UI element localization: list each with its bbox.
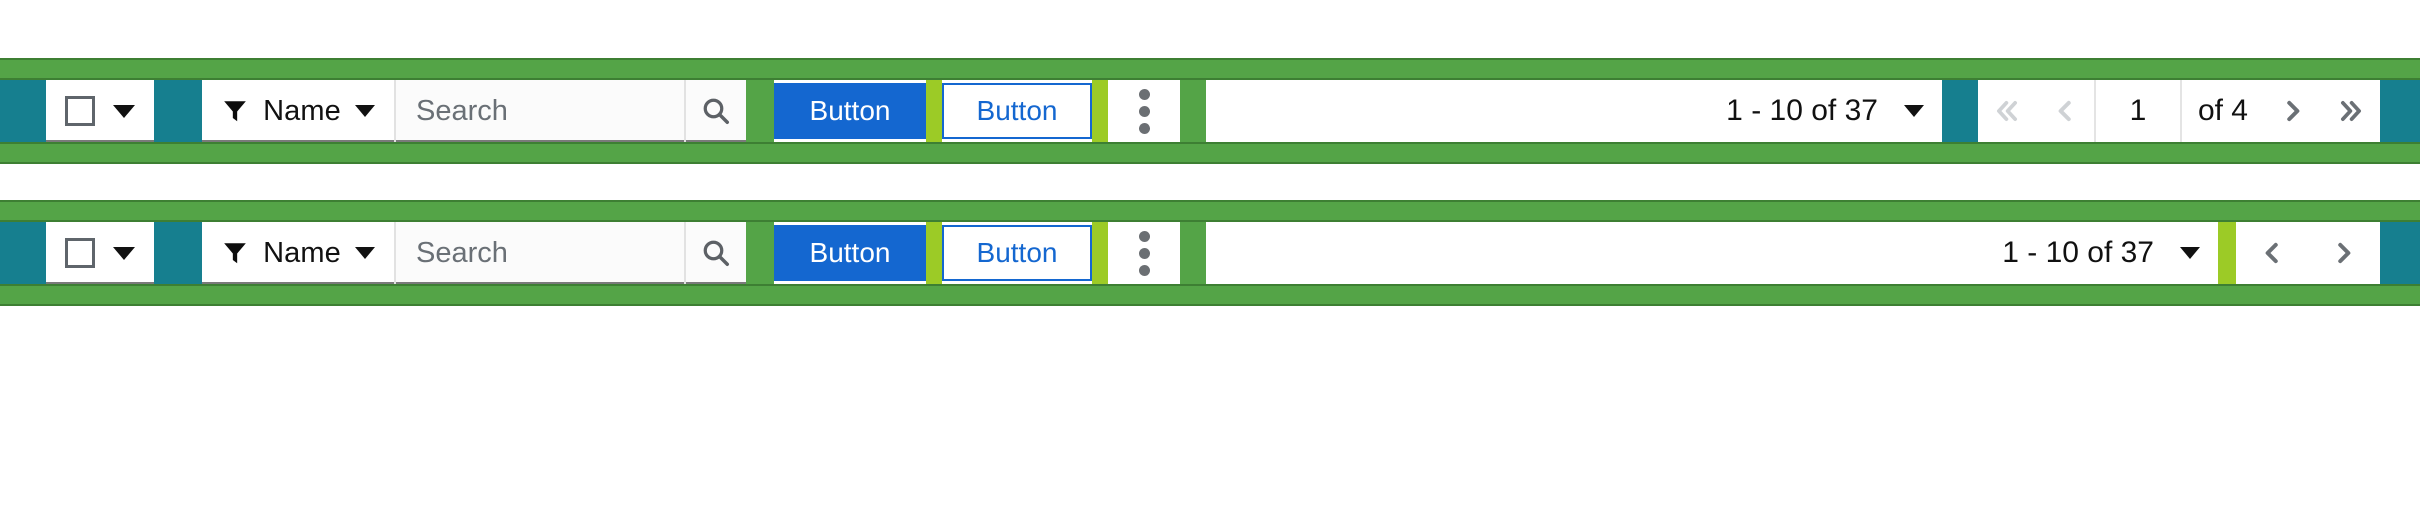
green-band-bottom-1 <box>0 142 2420 164</box>
filter-icon-1 <box>221 98 249 124</box>
select-all-cell-1 <box>46 80 154 142</box>
page-size-chevron-down-icon-2[interactable] <box>2180 247 2200 259</box>
lime-separator-2a <box>926 222 942 284</box>
kebab-menu-icon-2 <box>1138 230 1150 276</box>
search-field-cell-1[interactable] <box>394 80 684 142</box>
action-button-filled-1[interactable]: Button <box>774 83 926 139</box>
lime-separator-2c <box>2218 222 2236 284</box>
toolbar-primary: Name Button Button <box>0 58 2420 164</box>
filter-icon-2 <box>221 240 249 266</box>
page-size-chevron-down-icon-1[interactable] <box>1903 105 1924 117</box>
chevron-left-icon-1 <box>2058 100 2071 122</box>
search-button-2[interactable] <box>684 222 746 284</box>
filter-chevron-down-icon-2[interactable] <box>354 247 375 259</box>
teal-spacer-right-1 <box>1941 80 1978 142</box>
select-all-chevron-down-icon-2[interactable] <box>113 246 135 260</box>
toolbar-secondary: Name Button Button <box>0 200 2420 306</box>
pagination-controls-2 <box>2236 222 2380 284</box>
action-button-outline-2[interactable]: Button <box>942 225 1092 281</box>
lime-separator-2b <box>1092 222 1108 284</box>
teal-spacer-mid-1 <box>154 80 202 142</box>
kebab-menu-icon-1 <box>1138 88 1150 134</box>
teal-spacer-end-1 <box>2380 80 2420 142</box>
overflow-menu-button-2[interactable] <box>1108 222 1180 284</box>
select-all-cell-2 <box>46 222 154 284</box>
page-size-selector-2[interactable]: 1 - 10 of 37 <box>1206 222 2218 284</box>
teal-spacer-left-1 <box>0 80 46 142</box>
action-button-filled-cell-1: Button <box>774 80 926 142</box>
page-number-input-1[interactable]: 1 <box>2093 80 2182 142</box>
filter-selector-2[interactable]: Name <box>202 222 394 284</box>
next-page-button-1[interactable] <box>2264 80 2322 142</box>
action-button-outline-cell-2: Button <box>942 222 1092 284</box>
overflow-menu-button-1[interactable] <box>1108 80 1180 142</box>
next-page-button-2[interactable] <box>2308 222 2380 284</box>
search-icon-2 <box>701 238 731 268</box>
filter-label-2: Name <box>263 236 341 269</box>
green-separator-1b <box>1180 80 1206 142</box>
page-range-label-2: 1 - 10 of 37 <box>2002 236 2154 269</box>
action-button-filled-cell-2: Button <box>774 222 926 284</box>
filter-selector-1[interactable]: Name <box>202 80 394 142</box>
filter-chevron-down-icon-1[interactable] <box>354 105 375 117</box>
teal-spacer-left-2 <box>0 222 46 284</box>
select-all-checkbox-2[interactable] <box>65 238 95 268</box>
select-all-chevron-down-icon-1[interactable] <box>113 104 135 118</box>
pagination-controls-1: 1 of 4 <box>1977 80 2380 142</box>
first-page-button-1[interactable] <box>1978 80 2036 142</box>
filter-label-1: Name <box>263 94 341 127</box>
search-input-1[interactable] <box>416 94 684 128</box>
green-separator-1a <box>746 80 774 142</box>
lime-separator-1a <box>926 80 942 142</box>
action-button-outline-1[interactable]: Button <box>942 83 1092 139</box>
page-range-label-1: 1 - 10 of 37 <box>1726 94 1878 127</box>
search-icon-1 <box>701 96 731 126</box>
action-button-outline-cell-1: Button <box>942 80 1092 142</box>
double-chevron-right-icon-1 <box>2341 101 2361 121</box>
green-band-top-1 <box>0 58 2420 80</box>
page-of-label-1: of 4 <box>2197 94 2248 127</box>
select-all-checkbox-1[interactable] <box>65 96 95 126</box>
teal-spacer-end-2 <box>2380 222 2420 284</box>
search-input-2[interactable] <box>416 236 684 270</box>
green-band-bottom-2 <box>0 284 2420 306</box>
double-chevron-left-icon-1 <box>1996 101 2017 121</box>
green-separator-2a <box>746 222 774 284</box>
chevron-right-icon-1 <box>2287 100 2300 122</box>
search-button-1[interactable] <box>684 80 746 142</box>
chevron-right-icon-2 <box>2338 242 2351 264</box>
toolbar-primary-bar: Name Button Button <box>0 80 2420 142</box>
action-button-filled-2[interactable]: Button <box>774 225 926 281</box>
prev-page-button-1[interactable] <box>2036 80 2094 142</box>
last-page-button-1[interactable] <box>2322 80 2380 142</box>
prev-page-button-2[interactable] <box>2236 222 2308 284</box>
green-band-top-2 <box>0 200 2420 222</box>
search-field-cell-2[interactable] <box>394 222 684 284</box>
screenshot-root: Name Button Button <box>0 0 2420 520</box>
chevron-left-icon-2 <box>2265 242 2278 264</box>
toolbar-secondary-bar: Name Button Button <box>0 222 2420 284</box>
page-size-selector-1[interactable]: 1 - 10 of 37 <box>1206 80 1942 142</box>
green-separator-2b <box>1180 222 1206 284</box>
lime-separator-1b <box>1092 80 1108 142</box>
teal-spacer-mid-2 <box>154 222 202 284</box>
